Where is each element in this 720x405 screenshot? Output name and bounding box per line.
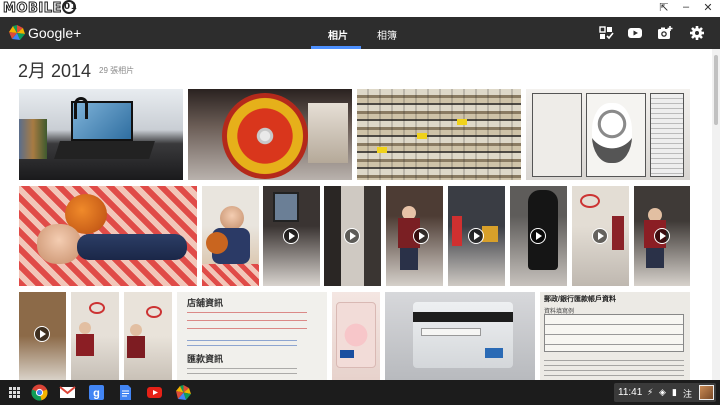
photo-card-back[interactable] [385,292,535,380]
video-child-hoop[interactable] [572,186,629,286]
photo-child-basketball-bed[interactable] [19,186,197,286]
video-play-icon [530,228,546,244]
window-restore-button[interactable]: ⇱ [658,1,670,14]
video-play-icon [344,228,360,244]
battery-icon: ▮ [672,387,677,397]
window-close-button[interactable]: ✕ [702,1,714,14]
camera-upload-icon[interactable] [657,25,673,41]
photo-store-document[interactable]: 店舖資訊 匯款資訊 [177,292,327,380]
video-child-toys[interactable] [448,186,505,286]
svg-text:g: g [93,388,100,400]
photo-remittance-form[interactable]: 郵政/銀行匯款帳戶資料 資料填寫例 [540,292,690,380]
photo-stream: 2月 2014 29 張相片 店舖資訊 匯款資訊 郵政/銀行匯款帳戶資料 資料填… [0,49,712,380]
app-window: MOBILE 01 ⇱ – ✕ Google+ 相片 相簿 2月 2014 29… [0,0,720,405]
window-minimize-button[interactable]: – [680,1,692,14]
photo-child-ball-sitting[interactable] [202,186,259,286]
youtube-icon[interactable] [627,25,643,41]
google-search-icon[interactable]: g [88,384,105,401]
tab-photos[interactable]: 相片 [328,27,348,42]
video-play-icon [34,326,50,342]
ime-indicator: 注 [683,389,693,399]
network-icon: ⚡ [647,387,654,397]
app-launcher-icon[interactable] [6,384,23,401]
photo-store-shelves[interactable] [357,89,521,180]
photo-laptop-desk[interactable] [19,89,183,180]
video-child-door[interactable] [634,186,690,286]
youtube-icon[interactable] [146,384,163,401]
gallery-select-icon[interactable] [598,25,614,41]
video-corridor[interactable] [324,186,381,286]
docs-icon[interactable] [117,384,134,401]
os-shelf: g 11:41 ⚡ ◈ ▮ 注 [0,380,720,405]
photo-child-hoop-2[interactable] [124,292,172,380]
album-photo-count: 29 張相片 [99,66,135,75]
photo-child-hoop-1[interactable] [71,292,119,380]
google-plus-pinwheel-icon[interactable] [8,24,26,42]
photos-icon[interactable] [175,384,192,401]
video-dark-figure[interactable] [510,186,567,286]
status-tray[interactable]: 11:41 ⚡ ◈ ▮ 注 [614,383,716,402]
user-avatar[interactable] [699,385,714,400]
form-title: 郵政/銀行匯款帳戶資料 [544,296,616,303]
video-child-walking[interactable] [386,186,443,286]
brand-name[interactable]: Google+ [28,25,81,41]
video-play-icon [413,228,429,244]
scrollbar-thumb[interactable] [714,55,718,125]
video-play-icon [468,228,484,244]
photo-manga-page[interactable] [526,89,690,180]
window-title-strip: MOBILE 01 ⇱ – ✕ [0,0,720,17]
wifi-icon: ◈ [659,387,666,397]
settings-icon[interactable] [689,25,705,41]
clock: 11:41 [618,387,643,398]
video-child-cabinet[interactable] [19,292,66,380]
album-month-title: 2月 2014 [18,61,92,81]
watermark-logo: MOBILE 01 [3,0,78,17]
photo-card-front[interactable] [332,292,380,380]
tab-albums[interactable]: 相簿 [377,27,397,42]
video-doorway[interactable] [263,186,320,286]
video-play-icon [592,228,608,244]
vertical-scrollbar[interactable] [712,49,720,380]
video-play-icon [283,228,299,244]
chrome-icon[interactable] [31,384,48,401]
photo-cd-disc[interactable] [188,89,352,180]
window-controls: ⇱ – ✕ [658,1,714,14]
video-play-icon [654,228,670,244]
gmail-icon[interactable] [59,384,76,401]
